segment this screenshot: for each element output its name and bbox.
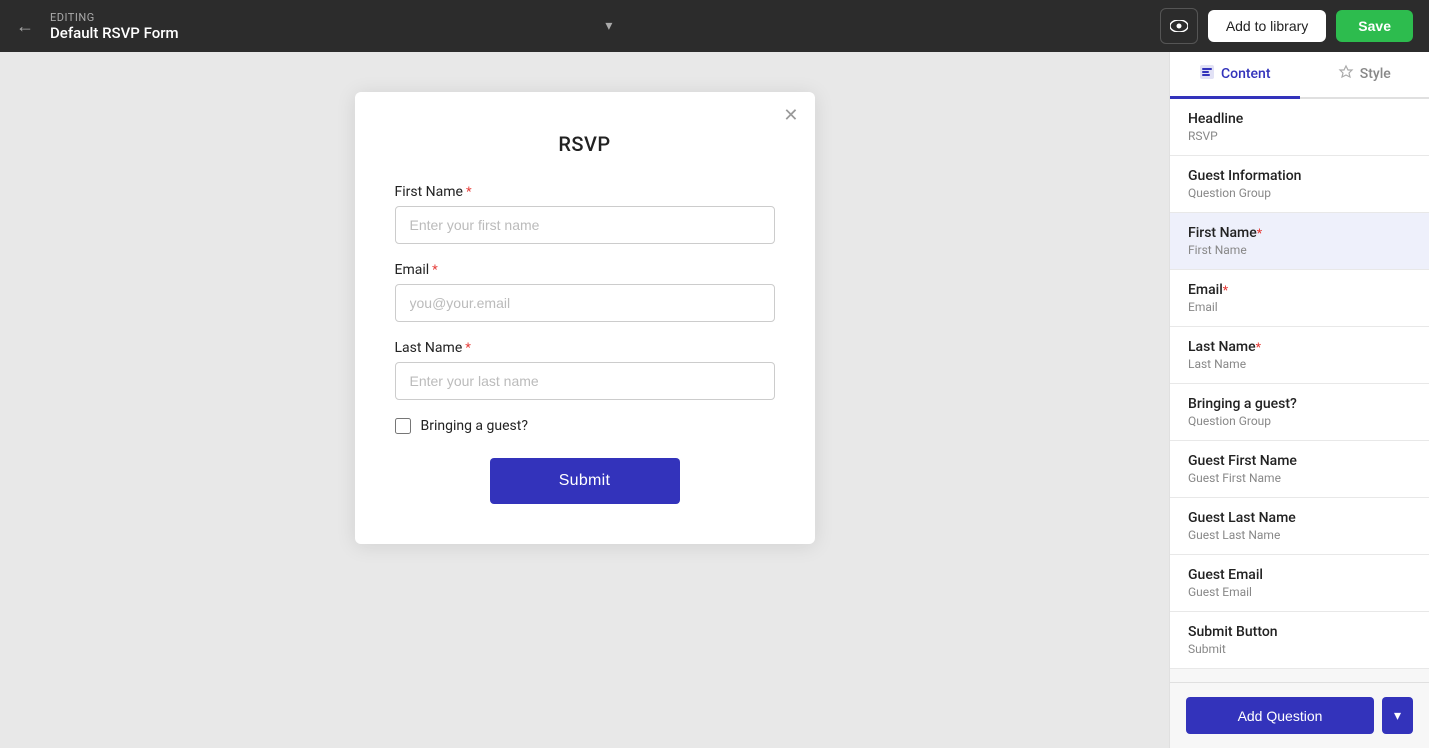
add-question-button[interactable]: Add Question [1186, 697, 1374, 734]
submit-button[interactable]: Submit [490, 458, 680, 504]
sidebar-item-headline[interactable]: Headline RSVP [1170, 99, 1429, 156]
bringing-guest-label: Bringing a guest? [421, 418, 528, 434]
topbar-actions: Add to library Save [1160, 8, 1413, 44]
first-name-input[interactable] [395, 206, 775, 244]
sidebar-items-list: Headline RSVP Guest Information Question… [1170, 99, 1429, 682]
form-modal-title: RSVP [395, 132, 775, 156]
sidebar-footer: Add Question ▾ [1170, 682, 1429, 748]
first-name-required: * [466, 185, 472, 200]
topbar: ← EDITING Default RSVP Form ▾ Add to lib… [0, 0, 1429, 52]
back-button[interactable]: ← [16, 16, 34, 37]
style-tab-icon [1338, 64, 1354, 84]
bringing-guest-row: Bringing a guest? [395, 418, 775, 434]
last-name-label: Last Name * [395, 340, 775, 356]
topbar-chevron-icon[interactable]: ▾ [605, 18, 612, 34]
tab-style[interactable]: Style [1300, 52, 1429, 99]
sidebar-item-last-name[interactable]: Last Name* Last Name [1170, 327, 1429, 384]
save-button[interactable]: Save [1336, 10, 1413, 42]
sidebar-item-guest-last-name[interactable]: Guest Last Name Guest Last Name [1170, 498, 1429, 555]
sidebar-item-guest-email[interactable]: Guest Email Guest Email [1170, 555, 1429, 612]
form-modal: ✕ RSVP First Name * Email * [355, 92, 815, 544]
sidebar-item-submit-button[interactable]: Submit Button Submit [1170, 612, 1429, 669]
sidebar-item-first-name[interactable]: First Name* First Name [1170, 213, 1429, 270]
main-content: ✕ RSVP First Name * Email * [0, 52, 1429, 748]
content-tab-icon [1199, 64, 1215, 84]
first-name-group: First Name * [395, 184, 775, 244]
sidebar-tabs: Content Style [1170, 52, 1429, 99]
bringing-guest-checkbox[interactable] [395, 418, 411, 434]
modal-close-button[interactable]: ✕ [783, 106, 798, 124]
sidebar-item-guest-first-name[interactable]: Guest First Name Guest First Name [1170, 441, 1429, 498]
first-name-label: First Name * [395, 184, 775, 200]
email-label: Email * [395, 262, 775, 278]
add-to-library-button[interactable]: Add to library [1208, 10, 1326, 42]
canvas-area: ✕ RSVP First Name * Email * [0, 52, 1169, 748]
preview-button[interactable] [1160, 8, 1198, 44]
last-name-input[interactable] [395, 362, 775, 400]
last-name-group: Last Name * [395, 340, 775, 400]
sidebar-item-email[interactable]: Email* Email [1170, 270, 1429, 327]
topbar-editing-info: EDITING Default RSVP Form [50, 11, 597, 42]
add-question-dropdown-button[interactable]: ▾ [1382, 697, 1413, 734]
chevron-down-icon: ▾ [1394, 707, 1401, 723]
form-title-header: Default RSVP Form [50, 24, 597, 42]
tab-content[interactable]: Content [1170, 52, 1300, 99]
last-name-required: * [465, 341, 471, 356]
email-required: * [432, 263, 438, 278]
editing-label: EDITING [50, 11, 597, 24]
email-group: Email * [395, 262, 775, 322]
sidebar-item-guest-info[interactable]: Guest Information Question Group [1170, 156, 1429, 213]
eye-icon [1170, 20, 1188, 32]
sidebar-item-bringing-guest[interactable]: Bringing a guest? Question Group [1170, 384, 1429, 441]
sidebar: Content Style Headline RSVP Guest Inform… [1169, 52, 1429, 748]
email-input[interactable] [395, 284, 775, 322]
